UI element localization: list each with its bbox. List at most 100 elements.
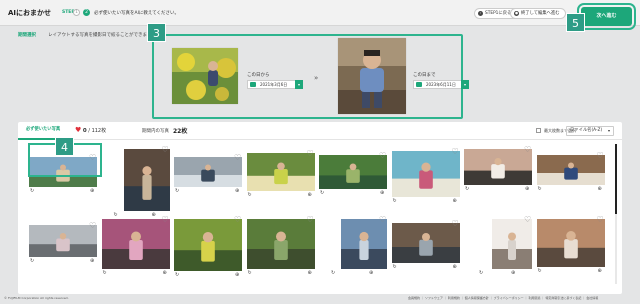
heart-icon[interactable]: ♡ bbox=[452, 220, 460, 228]
save-and-exit-button[interactable]: ● 終了して編集へ進む bbox=[510, 8, 566, 19]
photo-tile[interactable]: ♡ ↻ ⊕ bbox=[319, 149, 387, 215]
zoom-icon[interactable]: ⊕ bbox=[598, 268, 602, 274]
photo-thumbnail[interactable] bbox=[174, 219, 242, 271]
from-date-picker[interactable]: 2021年3月6日 ▾ bbox=[247, 80, 303, 89]
zoom-icon[interactable]: ⊕ bbox=[152, 212, 156, 218]
sort-dropdown[interactable]: ファイル名(A-Z) ▾ bbox=[566, 126, 614, 136]
heart-icon[interactable]: ♡ bbox=[379, 216, 387, 224]
photo-thumbnail[interactable] bbox=[330, 219, 398, 269]
photo-tile[interactable]: ♡ ↻ ⊕ bbox=[246, 216, 315, 285]
chevron-down-icon[interactable]: ▾ bbox=[461, 80, 469, 89]
heart-icon[interactable]: ♡ bbox=[524, 146, 532, 154]
step-description: 必ず使いたい写真をAIに教えてください。 bbox=[94, 11, 180, 16]
heart-icon[interactable]: ♡ bbox=[379, 152, 387, 160]
rotate-icon[interactable]: ↻ bbox=[114, 212, 118, 218]
footer-copyright: © FUJIFILM Corporation All rights reserv… bbox=[4, 296, 69, 300]
photo-tile[interactable]: ♡ ↻ ⊕ bbox=[319, 216, 387, 285]
callout-badge-5: 5 bbox=[566, 13, 585, 32]
calendar-icon bbox=[416, 82, 422, 87]
heart-icon[interactable]: ♡ bbox=[524, 216, 532, 224]
zoom-icon[interactable]: ⊕ bbox=[163, 270, 167, 276]
photo-thumbnail[interactable] bbox=[464, 149, 532, 185]
in-period-label: 期間内の写真 bbox=[142, 129, 169, 134]
rotate-icon[interactable]: ↻ bbox=[30, 188, 34, 194]
photo-thumbnail[interactable] bbox=[246, 219, 315, 269]
rotate-icon[interactable]: ↻ bbox=[393, 264, 397, 270]
photo-tile[interactable]: ♡ ↻ ⊕ bbox=[174, 149, 242, 215]
heart-icon[interactable]: ♡ bbox=[234, 154, 242, 162]
photo-tile[interactable]: ♡ ↻ ⊕ bbox=[391, 219, 460, 285]
rotate-icon[interactable]: ↻ bbox=[175, 272, 179, 278]
photo-tile[interactable]: ♡ ↻ ⊕ bbox=[29, 219, 97, 285]
photo-tile[interactable]: ♡ ↻ ⊕ bbox=[391, 148, 460, 215]
zoom-icon[interactable]: ⊕ bbox=[453, 198, 457, 204]
heart-icon[interactable]: ♡ bbox=[597, 216, 605, 224]
rotate-icon[interactable]: ↻ bbox=[538, 186, 542, 192]
photo-tile[interactable]: ♡ ↻ ⊕ bbox=[101, 216, 170, 285]
period-section-label: 期間選択 bbox=[18, 33, 36, 38]
photo-thumbnail[interactable] bbox=[536, 155, 605, 185]
photo-thumbnail[interactable] bbox=[246, 153, 315, 191]
photo-tile[interactable]: ♡ ↻ ⊕ bbox=[174, 216, 242, 285]
total-count: / 112枚 bbox=[88, 128, 107, 134]
start-date-photo bbox=[172, 48, 238, 104]
photo-tile[interactable]: ♡ ↻ ⊕ bbox=[102, 146, 170, 218]
photo-thumbnail[interactable] bbox=[101, 219, 170, 269]
zoom-icon[interactable]: ⊕ bbox=[308, 270, 312, 276]
rotate-icon[interactable]: ↻ bbox=[479, 270, 483, 276]
selected-count: 0 bbox=[82, 128, 87, 134]
photo-tile[interactable]: ♡ ↻ ⊕ bbox=[464, 146, 532, 215]
zoom-icon[interactable]: ⊕ bbox=[453, 264, 457, 270]
zoom-icon[interactable]: ⊕ bbox=[308, 192, 312, 198]
photo-thumbnail[interactable] bbox=[174, 157, 242, 187]
rotate-icon[interactable]: ↻ bbox=[465, 186, 469, 192]
zoom-icon[interactable]: ⊕ bbox=[511, 270, 515, 276]
rotate-icon[interactable]: ↻ bbox=[393, 198, 397, 204]
rotate-icon[interactable]: ↻ bbox=[331, 270, 335, 276]
rotate-icon[interactable]: ↻ bbox=[30, 258, 34, 264]
heart-icon[interactable]: ♡ bbox=[307, 216, 315, 224]
photo-thumbnail[interactable] bbox=[391, 223, 460, 263]
footer-links[interactable]: 会員規約 ｜ ソフトウェア ｜ 利用規約 ｜ 個人情報保護方針 ｜ ブライバシー… bbox=[408, 296, 598, 300]
zoom-icon[interactable]: ⊕ bbox=[235, 188, 239, 194]
photo-thumbnail[interactable] bbox=[29, 225, 97, 257]
to-date-picker[interactable]: 2023年6月11日 ▾ bbox=[413, 80, 469, 89]
photo-tile[interactable]: ♡ ↻ ⊕ bbox=[246, 149, 315, 215]
zoom-icon[interactable]: ⊕ bbox=[525, 186, 529, 192]
heart-icon[interactable]: ♡ bbox=[452, 148, 460, 156]
heart-icon[interactable]: ♡ bbox=[307, 150, 315, 158]
rotate-icon[interactable]: ↻ bbox=[320, 190, 324, 196]
zoom-icon[interactable]: ⊕ bbox=[90, 188, 94, 194]
photo-tile[interactable]: ♡ ↻ ⊕ bbox=[536, 149, 605, 215]
zoom-icon[interactable]: ⊕ bbox=[235, 272, 239, 278]
rotate-icon[interactable]: ↻ bbox=[248, 192, 252, 198]
heart-icon[interactable]: ♡ bbox=[597, 152, 605, 160]
zoom-icon[interactable]: ⊕ bbox=[598, 186, 602, 192]
step-1-indicator[interactable]: 1 bbox=[73, 9, 80, 16]
photo-thumbnail[interactable] bbox=[319, 155, 387, 189]
step-2-indicator: 2 bbox=[83, 9, 90, 16]
heart-icon[interactable]: ♡ bbox=[234, 216, 242, 224]
save-and-exit-label: 終了して編集へ進む bbox=[521, 11, 560, 16]
photo-thumbnail[interactable] bbox=[391, 151, 460, 197]
heart-icon[interactable]: ♡ bbox=[162, 216, 170, 224]
heart-icon[interactable]: ♡ bbox=[89, 222, 97, 230]
photo-thumbnail[interactable] bbox=[536, 219, 605, 267]
heart-icon[interactable]: ♡ bbox=[162, 146, 170, 154]
chevron-down-icon: ▾ bbox=[607, 128, 610, 133]
rotate-icon[interactable]: ↻ bbox=[103, 270, 107, 276]
photo-tile[interactable]: ♡ ↻ ⊕ bbox=[536, 216, 605, 285]
photo-thumbnail[interactable] bbox=[113, 149, 181, 211]
next-button[interactable]: 次へ進む bbox=[577, 3, 636, 30]
chevron-down-icon[interactable]: ▾ bbox=[295, 80, 303, 89]
calendar-icon bbox=[250, 82, 256, 87]
select-max-checkbox[interactable] bbox=[536, 128, 541, 133]
zoom-icon[interactable]: ⊕ bbox=[90, 258, 94, 264]
zoom-icon[interactable]: ⊕ bbox=[369, 270, 373, 276]
scrollbar-thumb[interactable] bbox=[615, 144, 617, 214]
rotate-icon[interactable]: ↻ bbox=[175, 188, 179, 194]
rotate-icon[interactable]: ↻ bbox=[248, 270, 252, 276]
zoom-icon[interactable]: ⊕ bbox=[380, 190, 384, 196]
photo-tile[interactable]: ♡ ↻ ⊕ bbox=[464, 216, 532, 285]
rotate-icon[interactable]: ↻ bbox=[538, 268, 542, 274]
